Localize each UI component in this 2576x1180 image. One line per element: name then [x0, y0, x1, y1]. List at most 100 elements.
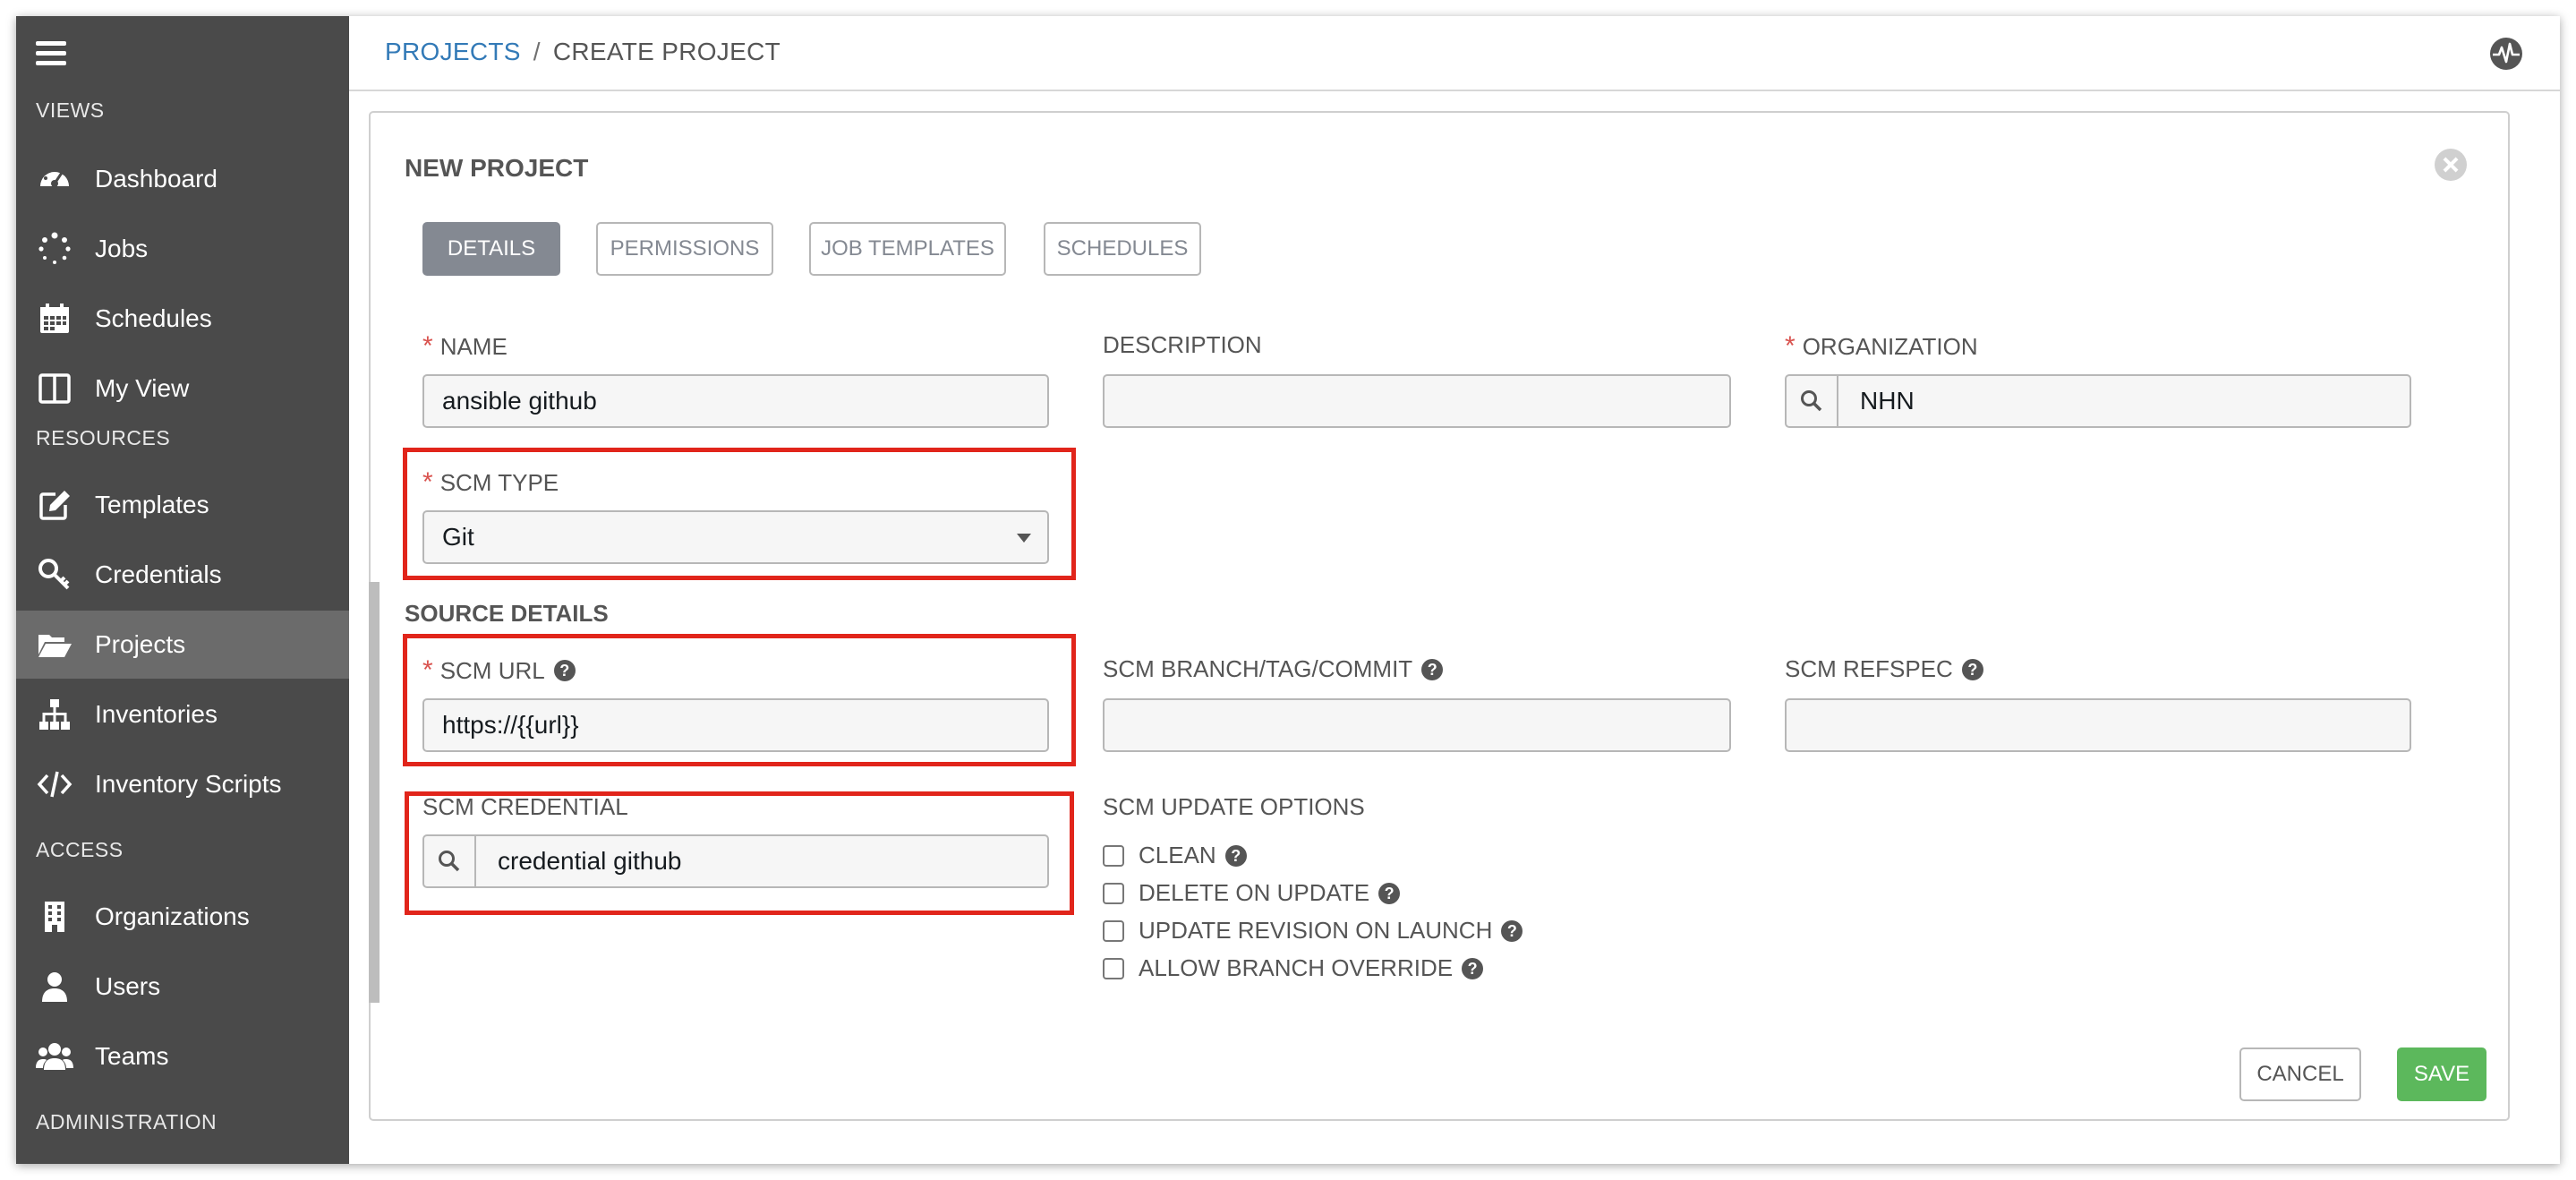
sidebar-item-my-view[interactable]: My View	[16, 355, 349, 423]
save-button[interactable]: SAVE	[2397, 1047, 2486, 1101]
help-icon[interactable]: ?	[1961, 658, 1983, 680]
description-input[interactable]	[1103, 374, 1731, 428]
spinner-icon	[34, 228, 75, 269]
sidebar-item-label: Organizations	[95, 902, 250, 930]
sitemap-icon	[34, 694, 75, 735]
source-details-indicator	[369, 582, 380, 1003]
scm-refspec-label: SCM REFSPEC?	[1785, 655, 1983, 683]
help-icon[interactable]: ?	[1224, 844, 1247, 867]
sidebar-item-label: Templates	[95, 491, 209, 518]
scm-url-input[interactable]: https://{{url}}	[422, 698, 1049, 752]
option-delete-on-update: DELETE ON UPDATE?	[1103, 879, 1401, 907]
scm-branch-label: SCM BRANCH/TAG/COMMIT?	[1103, 655, 1444, 683]
sidebar-item-organizations[interactable]: Organizations	[16, 883, 349, 951]
caret-down-icon	[1017, 534, 1031, 543]
tab-schedules[interactable]: SCHEDULES	[1044, 222, 1201, 276]
option-update-revision-on-launch: UPDATE REVISION ON LAUNCH?	[1103, 917, 1523, 945]
activity-stream-icon[interactable]	[2488, 36, 2524, 72]
name-label: * NAME	[422, 331, 508, 362]
help-icon[interactable]: ?	[1501, 919, 1523, 942]
sidebar-item-label: Inventories	[95, 700, 218, 728]
help-icon[interactable]: ?	[553, 660, 576, 681]
name-label-text: NAME	[439, 332, 508, 360]
sidebar-item-schedules[interactable]: Schedules	[16, 285, 349, 353]
option-label: DELETE ON UPDATE	[1139, 879, 1370, 906]
sidebar-item-label: Projects	[95, 630, 186, 658]
section-access: ACCESS	[36, 838, 124, 861]
scm-url-label-text: SCM URL	[439, 656, 545, 684]
scm-branch-input[interactable]	[1103, 698, 1731, 752]
close-icon[interactable]	[2435, 149, 2467, 181]
help-icon[interactable]: ?	[1378, 882, 1401, 904]
option-label: ALLOW BRANCH OVERRIDE	[1139, 954, 1454, 981]
option-label: UPDATE REVISION ON LAUNCH	[1139, 917, 1493, 944]
tab-permissions[interactable]: PERMISSIONS	[596, 222, 773, 276]
allow-branch-override-checkbox[interactable]	[1103, 957, 1124, 979]
scm-url-label: * SCM URL?	[422, 655, 576, 686]
sidebar-item-templates[interactable]: Templates	[16, 471, 349, 539]
breadcrumb: PROJECTS / CREATE PROJECT	[385, 38, 780, 66]
sidebar-item-label: Dashboard	[95, 165, 218, 192]
scm-credential-lookup[interactable]: credential github	[422, 834, 1049, 888]
scm-branch-label-text: SCM BRANCH/TAG/COMMIT	[1103, 655, 1413, 682]
required-mark: *	[422, 331, 433, 361]
option-allow-branch-override: ALLOW BRANCH OVERRIDE?	[1103, 954, 1484, 982]
sidebar-item-label: Credentials	[95, 560, 222, 588]
sidebar-item-label: Schedules	[95, 304, 212, 332]
option-clean: CLEAN?	[1103, 842, 1247, 869]
edit-icon	[34, 484, 75, 526]
required-mark: *	[422, 467, 433, 497]
sidebar-item-label: Teams	[95, 1042, 169, 1070]
cancel-button[interactable]: CANCEL	[2239, 1047, 2361, 1101]
sidebar-item-credentials[interactable]: Credentials	[16, 541, 349, 609]
update-revision-on-launch-checkbox[interactable]	[1103, 919, 1124, 942]
sidebar-item-dashboard[interactable]: Dashboard	[16, 145, 349, 213]
scm-update-options-label: SCM UPDATE OPTIONS	[1103, 793, 1365, 820]
scm-refspec-input[interactable]	[1785, 698, 2411, 752]
code-icon	[34, 764, 75, 805]
search-icon[interactable]	[424, 836, 476, 886]
breadcrumb-separator: /	[533, 38, 541, 65]
calendar-icon	[34, 298, 75, 339]
sidebar: VIEWS Dashboard Jobs Schedules My View R…	[16, 16, 349, 1164]
card-title: NEW PROJECT	[405, 154, 589, 182]
scm-credential-value: credential github	[498, 847, 682, 875]
required-mark: *	[1785, 331, 1796, 361]
help-icon[interactable]: ?	[1421, 658, 1444, 680]
sidebar-item-jobs[interactable]: Jobs	[16, 215, 349, 283]
delete-on-update-checkbox[interactable]	[1103, 882, 1124, 904]
help-icon[interactable]: ?	[1462, 957, 1484, 979]
clean-checkbox[interactable]	[1103, 844, 1124, 867]
name-input[interactable]: ansible github	[422, 374, 1049, 428]
sidebar-item-label: My View	[95, 374, 190, 402]
scm-type-label-text: SCM TYPE	[439, 468, 559, 496]
top-bar: PROJECTS / CREATE PROJECT	[349, 16, 2560, 91]
required-mark: *	[422, 655, 433, 685]
scm-refspec-label-text: SCM REFSPEC	[1785, 655, 1953, 682]
sidebar-item-label: Inventory Scripts	[95, 770, 282, 798]
folder-open-icon	[34, 624, 75, 665]
sidebar-item-teams[interactable]: Teams	[16, 1022, 349, 1090]
sidebar-item-projects[interactable]: Projects	[16, 611, 349, 679]
scm-type-select[interactable]: Git	[422, 510, 1049, 564]
breadcrumb-current: CREATE PROJECT	[552, 38, 781, 65]
organization-label: * ORGANIZATION	[1785, 331, 1978, 362]
building-icon	[34, 896, 75, 937]
organization-value: NHN	[1860, 387, 1915, 415]
sidebar-item-inventories[interactable]: Inventories	[16, 680, 349, 748]
sidebar-item-label: Users	[95, 972, 161, 1000]
section-resources: RESOURCES	[36, 426, 171, 449]
organization-lookup[interactable]: NHN	[1785, 374, 2411, 428]
sidebar-item-users[interactable]: Users	[16, 953, 349, 1021]
user-icon	[34, 966, 75, 1007]
tab-details[interactable]: DETAILS	[422, 222, 560, 276]
breadcrumb-projects-link[interactable]: PROJECTS	[385, 38, 521, 65]
sidebar-item-inventory-scripts[interactable]: Inventory Scripts	[16, 750, 349, 818]
sidebar-item-label: Jobs	[95, 235, 149, 262]
search-icon[interactable]	[1787, 376, 1838, 426]
users-icon	[34, 1036, 75, 1077]
menu-toggle-icon[interactable]	[36, 41, 66, 66]
tab-job-templates[interactable]: JOB TEMPLATES	[809, 222, 1006, 276]
section-administration: ADMINISTRATION	[36, 1110, 218, 1133]
key-icon	[34, 554, 75, 595]
